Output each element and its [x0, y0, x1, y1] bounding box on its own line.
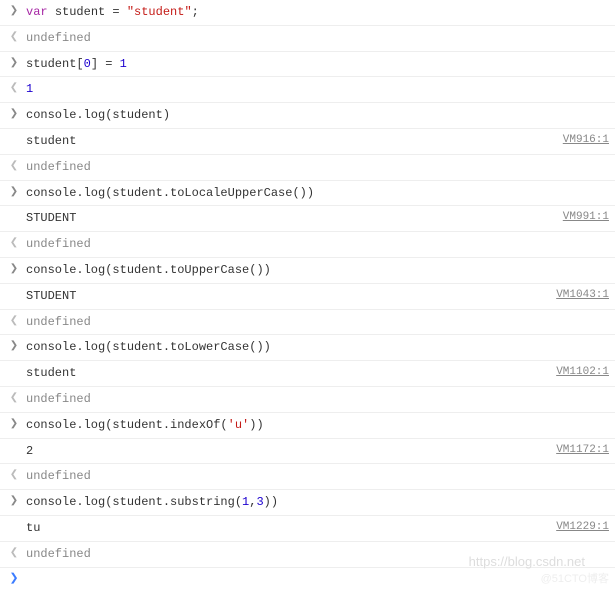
row-content: 1 — [22, 81, 609, 98]
row-content: undefined — [22, 30, 609, 47]
console-log-row: studentVM916:1 — [0, 128, 615, 154]
row-content: student — [22, 365, 548, 382]
console-log-row: tuVM1229:1 — [0, 515, 615, 541]
console-input-row: ❯console.log(student.substring(1,3)) — [0, 489, 615, 515]
console-return-row: ❮undefined — [0, 231, 615, 257]
console-input-row: ❯var student = "student"; — [0, 0, 615, 25]
row-content: console.log(student.toUpperCase()) — [22, 262, 609, 279]
input-arrow-icon: ❯ — [6, 56, 22, 71]
console-log-row: studentVM1102:1 — [0, 360, 615, 386]
log-gutter — [6, 520, 22, 521]
console-input-row: ❯console.log(student) — [0, 102, 615, 128]
console-input-row: ❯student[0] = 1 — [0, 51, 615, 77]
input-arrow-icon: ❯ — [6, 494, 22, 509]
row-content: undefined — [22, 236, 609, 253]
console-input-row: ❯console.log(student.toUpperCase()) — [0, 257, 615, 283]
console-return-row: ❮undefined — [0, 463, 615, 489]
row-content: console.log(student.substring(1,3)) — [22, 494, 609, 511]
log-gutter — [6, 133, 22, 134]
row-content: student — [22, 133, 555, 150]
row-content: undefined — [22, 391, 609, 408]
console-input-row: ❯console.log(student.indexOf('u')) — [0, 412, 615, 438]
output-arrow-icon: ❮ — [6, 236, 22, 251]
console-return-row: ❮undefined — [0, 309, 615, 335]
row-content: undefined — [22, 159, 609, 176]
source-link[interactable]: VM916:1 — [555, 133, 609, 148]
output-arrow-icon: ❮ — [6, 81, 22, 96]
output-arrow-icon: ❮ — [6, 546, 22, 561]
input-arrow-icon: ❯ — [6, 417, 22, 432]
source-link[interactable]: VM1172:1 — [548, 443, 609, 458]
source-link[interactable]: VM991:1 — [555, 210, 609, 225]
log-gutter — [6, 365, 22, 366]
input-arrow-icon: ❯ — [6, 339, 22, 354]
input-arrow-icon: ❯ — [6, 107, 22, 122]
input-arrow-icon: ❯ — [6, 262, 22, 277]
console-prompt[interactable]: ❯ — [0, 567, 615, 591]
row-content: console.log(student.toLocaleUpperCase()) — [22, 185, 609, 202]
row-content: student[0] = 1 — [22, 56, 609, 73]
console-log-row: 2VM1172:1 — [0, 438, 615, 464]
input-arrow-icon: ❯ — [6, 185, 22, 200]
console-input-row: ❯console.log(student.toLocaleUpperCase()… — [0, 180, 615, 206]
log-gutter — [6, 288, 22, 289]
source-link[interactable]: VM1043:1 — [548, 288, 609, 303]
prompt-caret-icon: ❯ — [6, 572, 22, 587]
console-log-row: STUDENTVM991:1 — [0, 205, 615, 231]
row-content: undefined — [22, 546, 609, 563]
row-content: 2 — [22, 443, 548, 460]
row-content: console.log(student) — [22, 107, 609, 124]
log-gutter — [6, 443, 22, 444]
input-arrow-icon: ❯ — [6, 4, 22, 19]
row-content: console.log(student.indexOf('u')) — [22, 417, 609, 434]
row-content: undefined — [22, 468, 609, 485]
console-return-row: ❮undefined — [0, 541, 615, 567]
console-return-row: ❮1 — [0, 76, 615, 102]
output-arrow-icon: ❮ — [6, 314, 22, 329]
output-arrow-icon: ❮ — [6, 468, 22, 483]
row-content: console.log(student.toLowerCase()) — [22, 339, 609, 356]
console-return-row: ❮undefined — [0, 154, 615, 180]
console-log-row: STUDENTVM1043:1 — [0, 283, 615, 309]
output-arrow-icon: ❮ — [6, 30, 22, 45]
row-content: STUDENT — [22, 210, 555, 227]
log-gutter — [6, 210, 22, 211]
console-return-row: ❮undefined — [0, 386, 615, 412]
row-content: var student = "student"; — [22, 4, 609, 21]
console-return-row: ❮undefined — [0, 25, 615, 51]
row-content: undefined — [22, 314, 609, 331]
console-panel: ❯var student = "student";❮undefined❯stud… — [0, 0, 615, 567]
source-link[interactable]: VM1229:1 — [548, 520, 609, 535]
row-content: STUDENT — [22, 288, 548, 305]
console-input-row: ❯console.log(student.toLowerCase()) — [0, 334, 615, 360]
output-arrow-icon: ❮ — [6, 391, 22, 406]
output-arrow-icon: ❮ — [6, 159, 22, 174]
source-link[interactable]: VM1102:1 — [548, 365, 609, 380]
row-content: tu — [22, 520, 548, 537]
